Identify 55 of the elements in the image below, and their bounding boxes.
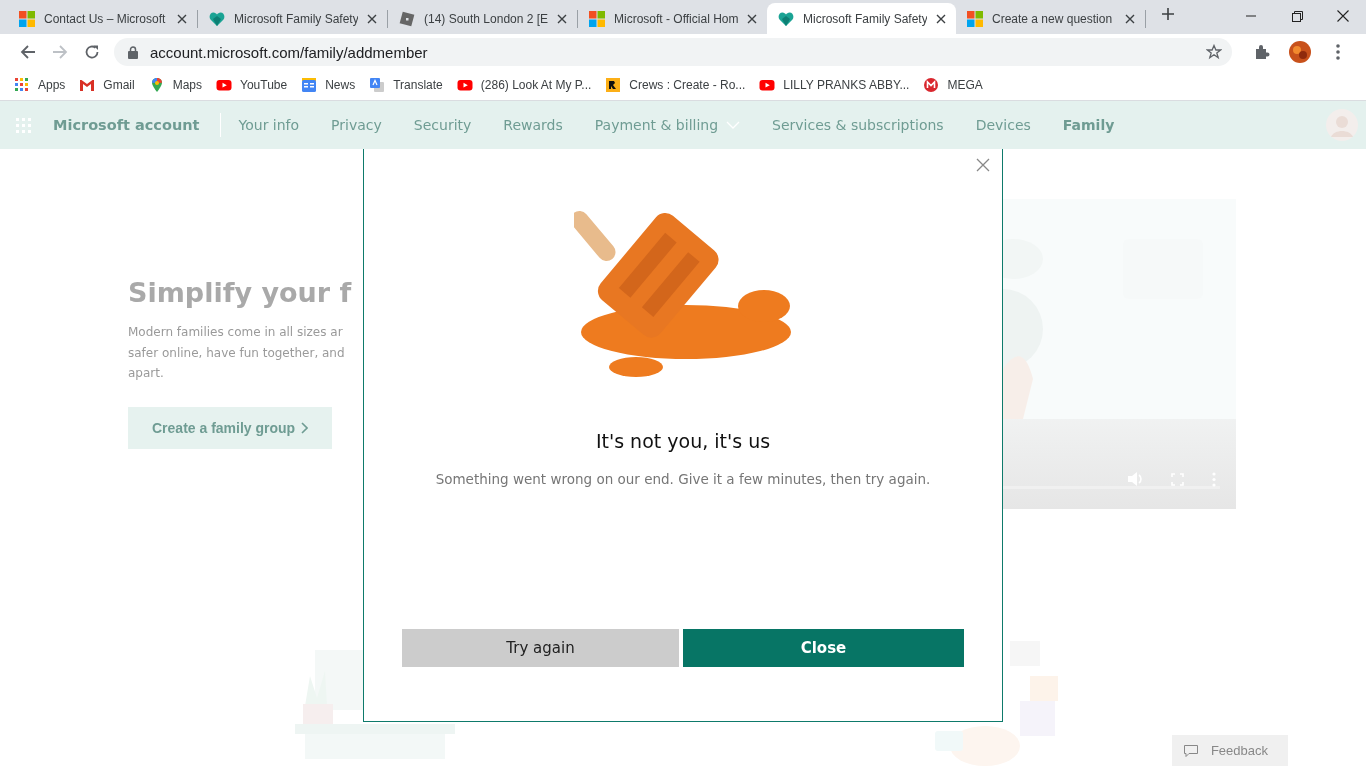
bookmark-link[interactable]: Crews : Create - Ro... xyxy=(605,72,752,98)
page-heading: Simplify your f xyxy=(128,277,353,308)
bookmark-link[interactable]: (286) Look At My P... xyxy=(456,72,598,98)
browser-tab[interactable]: Contact Us – Microsoft xyxy=(8,3,197,34)
game-logo-icon xyxy=(605,77,622,93)
close-icon[interactable] xyxy=(936,13,946,24)
more-menu-icon[interactable] xyxy=(1336,44,1340,60)
bookmark-link[interactable]: Gmail xyxy=(79,72,141,98)
intro-paragraph: Modern families come in all sizes ar safer online, have fun together, and apart. xyxy=(128,324,346,382)
chevron-right-icon xyxy=(301,421,309,434)
close-button[interactable]: Close xyxy=(683,629,964,667)
close-icon[interactable] xyxy=(177,13,187,24)
puzzle-piece-icon[interactable] xyxy=(1254,44,1270,60)
browser-tab[interactable]: Microsoft - Official Hom xyxy=(578,3,767,34)
apps-grid-icon xyxy=(14,77,30,93)
close-icon[interactable] xyxy=(1337,10,1349,22)
close-icon[interactable] xyxy=(747,13,757,24)
play-button-icon xyxy=(456,77,473,93)
heart-icon xyxy=(209,10,225,27)
star-icon[interactable] xyxy=(1206,44,1222,60)
news-icon xyxy=(301,77,318,93)
translate-icon xyxy=(369,77,386,93)
heart-icon xyxy=(778,10,794,27)
back-arrow-icon[interactable] xyxy=(20,44,36,60)
bookmark-link[interactable]: LILLY PRANKS ABBY... xyxy=(759,72,916,98)
mega-icon xyxy=(923,77,940,93)
browser-tab[interactable]: (14) South London 2 [E xyxy=(388,3,577,34)
speech-bubble-icon xyxy=(1183,744,1198,757)
windows-logo-icon xyxy=(589,10,605,27)
bookmark-link[interactable]: MEGA xyxy=(923,72,989,98)
windows-logo-icon xyxy=(19,10,35,27)
new-tab-icon[interactable] xyxy=(1161,7,1175,21)
close-icon[interactable] xyxy=(557,13,567,24)
browser-tab[interactable]: Microsoft Family Safety xyxy=(767,3,956,34)
close-icon[interactable] xyxy=(367,13,377,24)
restore-icon[interactable] xyxy=(1291,10,1303,22)
dialog-title: It's not you, it's us xyxy=(595,430,771,452)
browser-tab[interactable]: Create a new question xyxy=(956,3,1145,34)
bookmark-link[interactable]: Translate xyxy=(369,72,449,98)
bookmark-link[interactable]: Apps xyxy=(14,72,72,98)
bookmark-link[interactable]: Maps xyxy=(148,72,209,98)
bookmark-link[interactable]: News xyxy=(301,72,362,98)
bookmark-link[interactable]: YouTube xyxy=(216,72,294,98)
play-button-icon xyxy=(759,77,776,93)
reload-icon[interactable] xyxy=(84,44,100,60)
browser-tab[interactable]: Microsoft Family Safety xyxy=(198,3,387,34)
profile-avatar-icon[interactable] xyxy=(1289,41,1311,63)
envelope-icon xyxy=(79,77,96,93)
dialog-message: Something went wrong on our end. Give it a few minutes, then try again. xyxy=(435,471,931,487)
address-bar[interactable]: account.microsoft.com/family/addmember xyxy=(114,38,1232,66)
lock-icon xyxy=(128,45,138,59)
try-again-button[interactable]: Try again xyxy=(402,629,679,667)
windows-logo-icon xyxy=(967,10,983,27)
close-icon[interactable] xyxy=(1125,13,1135,24)
play-button-icon xyxy=(216,77,233,93)
